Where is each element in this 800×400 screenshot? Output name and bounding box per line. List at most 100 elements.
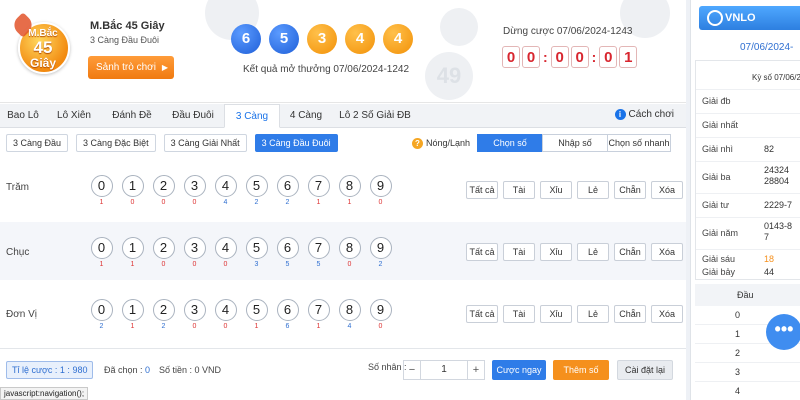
digit-ball[interactable]: 8 xyxy=(338,237,361,259)
digit-ball[interactable]: 1 xyxy=(121,299,144,321)
chat-more-icon[interactable]: ••• xyxy=(766,314,800,350)
digit-ball[interactable]: 2 xyxy=(152,175,175,197)
tab-bao-lo[interactable]: Bao Lô xyxy=(0,104,46,128)
digit-ball[interactable]: 9 xyxy=(369,299,392,321)
digit-ball[interactable]: 1 xyxy=(121,175,144,197)
digit-ball[interactable]: 3 xyxy=(183,175,206,197)
select-small-button[interactable]: Xỉu xyxy=(540,243,572,261)
subtab-3-cang-giai-nhat[interactable]: 3 Càng Giải Nhất xyxy=(163,134,247,152)
select-big-button[interactable]: Tài xyxy=(503,181,535,199)
clear-button[interactable]: Xóa xyxy=(651,181,683,199)
select-even-button[interactable]: Chẵn xyxy=(614,305,646,323)
digit-ball[interactable]: 6 xyxy=(276,299,299,321)
mode-chon-so[interactable]: Chọn số xyxy=(477,134,543,152)
sub-bet-tabs: 3 Càng Đầu 3 Càng Đặc Biệt 3 Càng Giải N… xyxy=(6,134,338,152)
miss-count: 0 xyxy=(378,323,383,330)
mode-nhap-so[interactable]: Nhập số xyxy=(542,134,608,152)
select-odd-button[interactable]: Lẻ xyxy=(577,181,609,199)
digit-ball[interactable]: 4 xyxy=(214,237,237,259)
select-odd-button[interactable]: Lẻ xyxy=(577,305,609,323)
select-even-button[interactable]: Chẵn xyxy=(614,181,646,199)
tab-danh-de[interactable]: Đánh Đề xyxy=(102,104,162,128)
digit-ball[interactable]: 9 xyxy=(369,237,392,259)
reset-button[interactable]: Cài đặt lại xyxy=(617,360,673,380)
miss-count: 2 xyxy=(285,199,290,206)
clear-button[interactable]: Xóa xyxy=(651,243,683,261)
digit-ball[interactable]: 6 xyxy=(276,175,299,197)
digit-ball[interactable]: 4 xyxy=(214,175,237,197)
select-small-button[interactable]: Xỉu xyxy=(540,181,572,199)
how-to-play-link[interactable]: i Cách chơi xyxy=(614,109,674,120)
lobby-button[interactable]: Sảnh trò chơi ▶ xyxy=(88,56,174,79)
add-number-button[interactable]: Thêm số xyxy=(553,360,609,380)
digit-ball[interactable]: 5 xyxy=(245,175,268,197)
subtab-3-cang-dau[interactable]: 3 Càng Đầu xyxy=(6,134,69,152)
digit-option: 81 xyxy=(334,175,365,208)
select-all-button[interactable]: Tất cả xyxy=(466,305,498,323)
vnlo-logo-text: VNLO xyxy=(725,12,756,24)
select-big-button[interactable]: Tài xyxy=(503,305,535,323)
increase-button[interactable]: + xyxy=(468,364,484,376)
play-arrow-icon: ▶ xyxy=(161,63,168,72)
decrease-button[interactable]: − xyxy=(404,364,420,376)
digit-ball[interactable]: 7 xyxy=(307,237,330,259)
digit-option: 51 xyxy=(241,299,272,332)
background-ball xyxy=(440,8,478,46)
miss-count: 0 xyxy=(223,323,228,330)
clear-button[interactable]: Xóa xyxy=(651,305,683,323)
digit-ball[interactable]: 7 xyxy=(307,175,330,197)
multiplier-input[interactable]: 1 xyxy=(420,361,468,379)
digit-ball[interactable]: 8 xyxy=(338,299,361,321)
game-panel: 49 M.Bắc 45 Giây M.Bắc 45 Giây 3 Càng Đầ… xyxy=(0,0,686,400)
select-even-button[interactable]: Chẵn xyxy=(614,243,646,261)
digit-ball[interactable]: 9 xyxy=(369,175,392,197)
hot-cold-toggle[interactable]: ? Nóng/Lạnh xyxy=(412,138,470,149)
digit-option: 84 xyxy=(334,299,365,332)
digit-ball[interactable]: 0 xyxy=(90,175,113,197)
multiplier-label: Số nhân : xyxy=(368,362,407,372)
mode-chon-so-nhanh[interactable]: Chọn số nhanh xyxy=(607,134,671,152)
subtab-3-cang-dac-biet[interactable]: 3 Càng Đặc Biệt xyxy=(76,134,156,152)
select-all-button[interactable]: Tất cả xyxy=(466,181,498,199)
digit-ball[interactable]: 0 xyxy=(90,237,113,259)
game-title: M.Bắc 45 Giây xyxy=(90,20,165,32)
digit-ball[interactable]: 2 xyxy=(152,299,175,321)
digit-ball[interactable]: 2 xyxy=(152,237,175,259)
select-big-button[interactable]: Tài xyxy=(503,243,535,261)
tab-3-cang[interactable]: 3 Càng xyxy=(224,104,280,128)
digit-ball[interactable]: 7 xyxy=(307,299,330,321)
select-odd-button[interactable]: Lẻ xyxy=(577,243,609,261)
digit-ball[interactable]: 3 xyxy=(183,237,206,259)
digit-ball[interactable]: 5 xyxy=(245,299,268,321)
digit-ball[interactable]: 1 xyxy=(121,237,144,259)
miss-count: 0 xyxy=(192,261,197,268)
subtab-3-cang-dau-duoi[interactable]: 3 Càng Đầu Đuôi xyxy=(254,134,338,152)
tab-dau-duoi[interactable]: Đầu Đuôi xyxy=(162,104,224,128)
tab-4-cang[interactable]: 4 Càng xyxy=(280,104,332,128)
select-small-button[interactable]: Xỉu xyxy=(540,305,572,323)
countdown-digit: 0 xyxy=(570,46,589,68)
tab-lo-2-so-giai-db[interactable]: Lô 2 Số Giải ĐB xyxy=(332,104,418,128)
digit-picker: 01 11 20 30 40 53 65 75 80 92 xyxy=(86,237,396,270)
miss-count: 1 xyxy=(254,323,259,330)
bet-type-tabs: Bao Lô Lô Xiên Đánh Đề Đầu Đuôi 3 Càng 4… xyxy=(0,104,686,128)
digit-ball[interactable]: 6 xyxy=(276,237,299,259)
digit-ball[interactable]: 0 xyxy=(90,299,113,321)
digit-option: 30 xyxy=(179,175,210,208)
digit-ball[interactable]: 4 xyxy=(214,299,237,321)
digit-ball[interactable]: 5 xyxy=(245,237,268,259)
digit-option: 71 xyxy=(303,299,334,332)
digit-option: 71 xyxy=(303,175,334,208)
tab-lo-xien[interactable]: Lô Xiên xyxy=(46,104,102,128)
miss-count: 1 xyxy=(130,261,135,268)
digit-ball[interactable]: 8 xyxy=(338,175,361,197)
lobby-button-label: Sảnh trò chơi xyxy=(96,62,156,73)
bet-now-button[interactable]: Cược ngay xyxy=(492,360,546,380)
amount-value: 0 VND xyxy=(194,365,222,375)
countdown-separator: : xyxy=(543,49,548,65)
digit-ball[interactable]: 3 xyxy=(183,299,206,321)
dau-row: 3 xyxy=(695,363,800,382)
miss-count: 2 xyxy=(161,323,166,330)
select-all-button[interactable]: Tất cả xyxy=(466,243,498,261)
prize-value: 2229-7 xyxy=(764,200,793,210)
